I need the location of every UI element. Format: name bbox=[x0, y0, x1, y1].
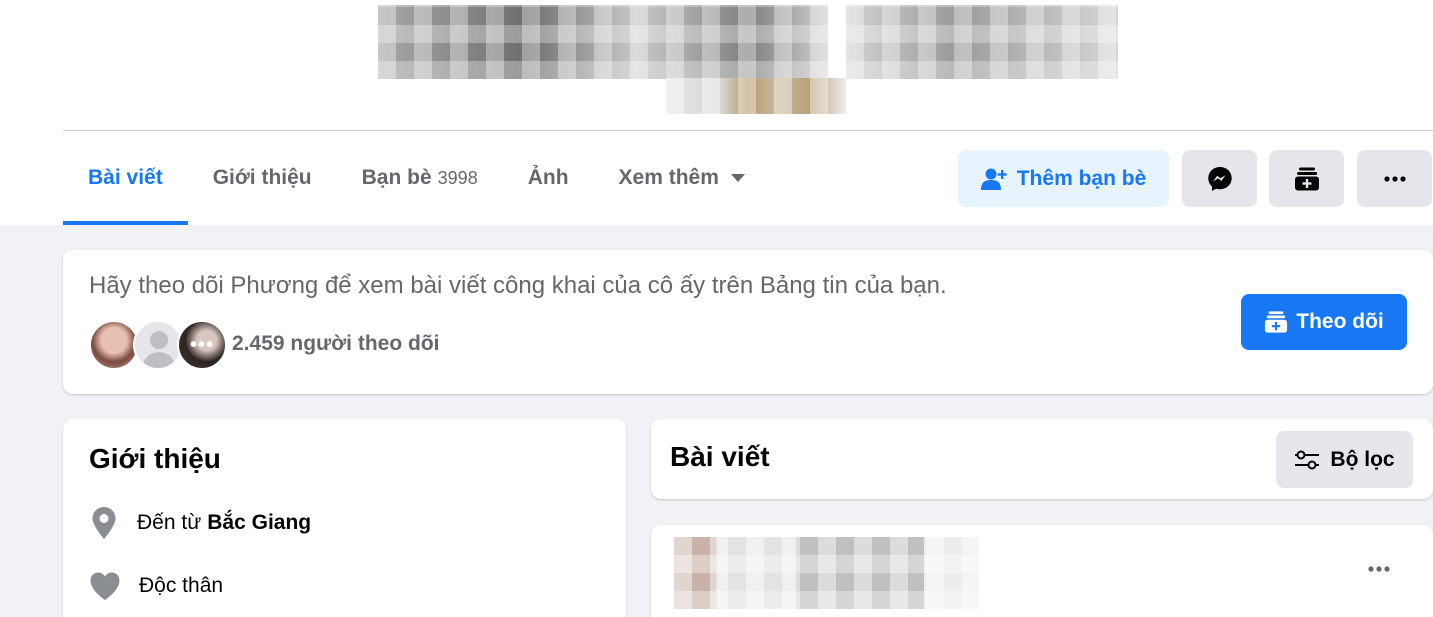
follow-message: Hãy theo dõi Phương để xem bài viết công… bbox=[89, 272, 947, 299]
hometown-prefix: Đến từ bbox=[137, 511, 202, 534]
tab-friends-label: Bạn bè bbox=[361, 166, 432, 189]
default-avatar-head bbox=[150, 331, 168, 349]
follower-avatar[interactable] bbox=[89, 320, 139, 370]
tab-posts-label: Bài viết bbox=[88, 166, 163, 189]
more-followers-label: ••• bbox=[189, 333, 214, 356]
messenger-icon bbox=[1207, 166, 1232, 191]
profile-header: Bài viết Giới thiệu Bạn bè 3998 Ảnh Xem … bbox=[0, 0, 1433, 225]
posts-header-card: Bài viết Bộ lọc bbox=[651, 419, 1433, 499]
caret-down-icon bbox=[730, 174, 745, 182]
intro-title: Giới thiệu bbox=[89, 443, 221, 474]
tab-photos-label: Ảnh bbox=[527, 166, 569, 189]
more-followers-avatar[interactable]: ••• bbox=[177, 320, 227, 370]
posts-title: Bài viết bbox=[670, 441, 770, 472]
pixel-gap bbox=[828, 5, 846, 79]
add-friend-label: Thêm bạn bè bbox=[1016, 166, 1147, 190]
heart-icon bbox=[90, 572, 120, 600]
intro-relationship: Độc thân bbox=[89, 571, 223, 601]
tab-friends[interactable]: Bạn bè 3998 bbox=[337, 131, 503, 225]
followers-count[interactable]: 2.459 người theo dõi bbox=[232, 332, 440, 356]
follow-icon bbox=[1294, 167, 1319, 190]
follow-suggestion-card: Hãy theo dõi Phương để xem bài viết công… bbox=[63, 250, 1433, 394]
intro-hometown: Đến từ Bắc Giang bbox=[89, 506, 311, 540]
follower-avatars: ••• bbox=[89, 320, 229, 370]
pixelated-nickname bbox=[666, 78, 846, 114]
friends-count: 3998 bbox=[437, 167, 478, 188]
tab-about-label: Giới thiệu bbox=[212, 166, 312, 189]
follow-square-button[interactable] bbox=[1269, 150, 1344, 207]
filter-sliders-icon bbox=[1295, 450, 1320, 469]
post-card bbox=[651, 525, 1433, 617]
follow-icon bbox=[1265, 311, 1288, 333]
follow-button[interactable]: Theo dõi bbox=[1241, 294, 1407, 350]
add-friend-button[interactable]: Thêm bạn bè bbox=[958, 150, 1169, 207]
hometown-place[interactable]: Bắc Giang bbox=[207, 511, 311, 535]
add-friend-icon bbox=[980, 168, 1007, 190]
more-icon bbox=[1383, 175, 1406, 182]
default-avatar-body bbox=[142, 352, 176, 368]
location-pin-icon bbox=[92, 507, 116, 539]
pixelated-post-author bbox=[674, 537, 979, 609]
follower-avatar-default[interactable] bbox=[133, 320, 183, 370]
post-options-button[interactable] bbox=[1364, 559, 1394, 579]
tab-posts[interactable]: Bài viết bbox=[63, 131, 188, 225]
messenger-button[interactable] bbox=[1182, 150, 1257, 207]
filter-label: Bộ lọc bbox=[1330, 447, 1395, 471]
more-options-button[interactable] bbox=[1357, 150, 1432, 207]
pixelated-profile-name bbox=[378, 5, 1118, 79]
tab-about[interactable]: Giới thiệu bbox=[188, 131, 337, 225]
tab-see-more-label: Xem thêm bbox=[618, 166, 719, 189]
relationship-status: Độc thân bbox=[139, 574, 224, 597]
tab-see-more[interactable]: Xem thêm bbox=[594, 131, 770, 225]
filter-button[interactable]: Bộ lọc bbox=[1276, 431, 1413, 488]
more-icon bbox=[1368, 566, 1390, 572]
tab-photos[interactable]: Ảnh bbox=[503, 131, 594, 225]
profile-tabs: Bài viết Giới thiệu Bạn bè 3998 Ảnh Xem … bbox=[63, 131, 770, 225]
follow-button-label: Theo dõi bbox=[1296, 310, 1384, 333]
intro-card: Giới thiệu Đến từ Bắc Giang Độc thân bbox=[63, 419, 626, 617]
